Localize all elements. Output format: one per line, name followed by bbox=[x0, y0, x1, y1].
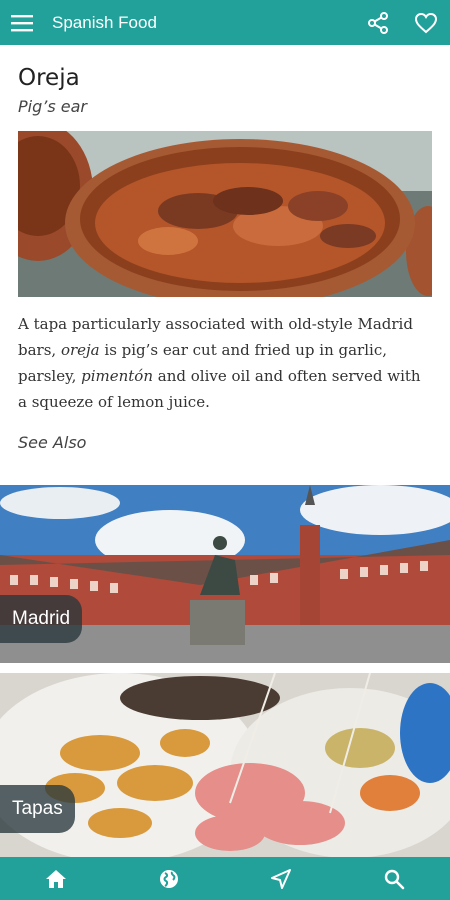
article-content[interactable]: Oreja Pig’s ear A tapa particularly asso… bbox=[0, 45, 450, 857]
location-arrow-icon bbox=[271, 868, 292, 889]
heart-icon bbox=[414, 12, 438, 33]
description-emphasis-pimenton: pimentón bbox=[81, 367, 153, 385]
dish-photo bbox=[18, 131, 432, 297]
article-header: Oreja Pig’s ear bbox=[0, 45, 450, 116]
share-button[interactable] bbox=[354, 0, 402, 45]
see-also-heading: See Also bbox=[18, 433, 87, 452]
related-card-tapas[interactable]: Tapas bbox=[0, 673, 450, 857]
related-card-label: Tapas bbox=[0, 785, 75, 833]
nav-directions-button[interactable] bbox=[251, 857, 311, 900]
related-card-label: Madrid bbox=[0, 595, 83, 643]
bottom-nav bbox=[0, 857, 450, 900]
app-title: Spanish Food bbox=[52, 12, 157, 32]
article-title: Oreja bbox=[18, 65, 80, 91]
description-emphasis-oreja: oreja bbox=[60, 341, 100, 359]
article-subtitle: Pig’s ear bbox=[18, 97, 87, 116]
nav-search-button[interactable] bbox=[364, 857, 424, 900]
menu-button[interactable] bbox=[0, 0, 44, 45]
home-icon bbox=[46, 869, 67, 888]
hamburger-menu-icon bbox=[11, 14, 33, 31]
app-bar: Spanish Food bbox=[0, 0, 450, 45]
share-icon bbox=[368, 11, 388, 34]
dish-photo-illustration bbox=[18, 131, 432, 297]
related-card-madrid[interactable]: Madrid bbox=[0, 485, 450, 663]
search-icon bbox=[384, 869, 405, 889]
favorite-button[interactable] bbox=[402, 0, 450, 45]
article-description: A tapa particularly associated with old-… bbox=[18, 311, 432, 415]
globe-icon bbox=[159, 869, 178, 888]
nav-globe-button[interactable] bbox=[139, 857, 199, 900]
nav-home-button[interactable] bbox=[26, 857, 86, 900]
